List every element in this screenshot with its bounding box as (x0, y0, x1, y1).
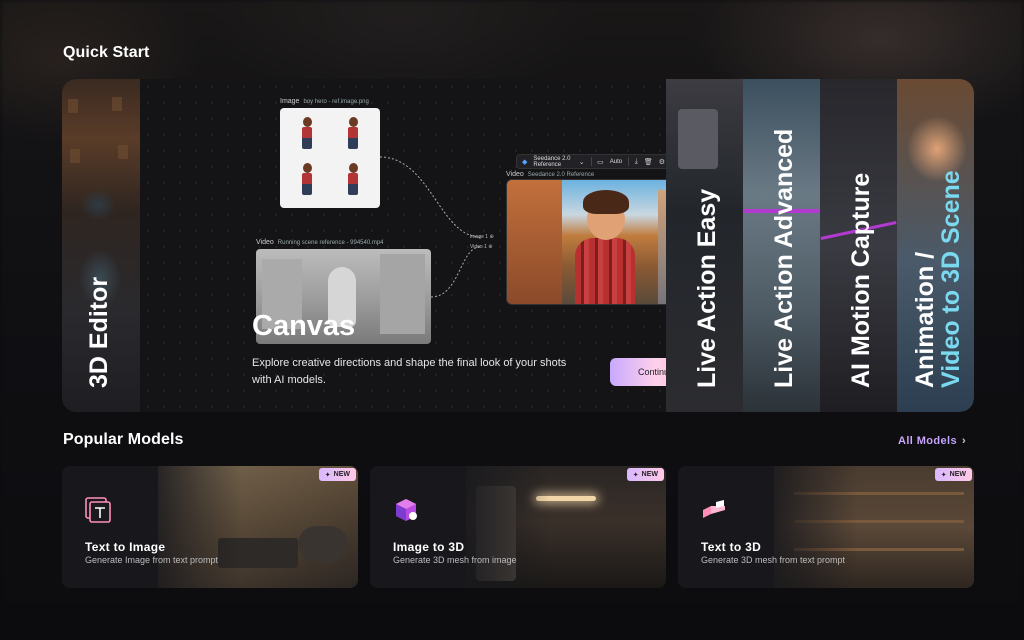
live-action-advanced-label: Live Action Advanced (769, 128, 798, 388)
model-subtitle: Generate 3D mesh from text prompt (701, 555, 846, 565)
model-title: Text to 3D (701, 540, 762, 554)
canvas-title: Canvas (252, 310, 356, 342)
all-models-label: All Models (898, 435, 958, 447)
model-subtitle: Generate 3D mesh from image (393, 555, 517, 565)
model-title: Text to Image (85, 540, 166, 554)
image-node-type: Image (280, 98, 300, 105)
animation-video-to-3d-tile[interactable]: Animation / Video to 3D Scene (897, 79, 974, 412)
new-badge: ✦ NEW (318, 468, 356, 481)
live-action-easy-tile[interactable]: Live Action Easy (666, 79, 743, 412)
character-back (286, 160, 328, 202)
sparkle-icon: ✦ (632, 471, 639, 479)
chevron-right-icon: › (962, 435, 967, 447)
sparkle-icon: ✦ (940, 471, 947, 479)
character-front (286, 114, 328, 156)
image-node[interactable] (280, 108, 380, 208)
aspect-icon: ▭ (597, 158, 604, 166)
character-profile (332, 160, 374, 202)
cube-icon (396, 499, 417, 521)
model-title: Image to 3D (393, 540, 465, 554)
new-badge: ✦ NEW (626, 468, 664, 481)
quick-start-title: Quick Start (63, 44, 150, 61)
reference-node-label: Video Seedance 2.0 Reference (506, 171, 594, 178)
model-card-image-to-3d[interactable]: ✦ NEW Image to 3D Generate 3D mesh from i… (370, 466, 666, 588)
live-action-easy-label: Live Action Easy (692, 188, 721, 388)
image-input-port[interactable]: Image 1 ⊕ (470, 234, 494, 240)
model-card-text-to-image[interactable]: ✦ NEW Text to Image Generate Image from t… (62, 466, 358, 588)
node-toolbar: ◆ Seedance 2.0 Reference ⌄ ▭ Auto ⤓ 🗑 ⚙ (516, 154, 671, 169)
model-subtitle: Generate Image from text prompt (85, 555, 219, 565)
video-node-type: Video (256, 239, 274, 246)
animation-label-line2: Video to 3D Scene (936, 170, 965, 388)
3d-editor-tile[interactable]: 3D Editor (62, 79, 140, 412)
chevron-down-icon[interactable]: ⌄ (579, 158, 585, 166)
settings-icon[interactable]: ⚙ (659, 158, 665, 166)
reference-node-type: Video (506, 171, 524, 178)
all-models-link[interactable]: All Models › (898, 435, 966, 447)
model-icon: ◆ (522, 158, 528, 166)
animation-label-line1: Animation / (910, 251, 939, 388)
ai-motion-capture-label: AI Motion Capture (846, 172, 875, 388)
popular-models-title: Popular Models (63, 431, 184, 448)
3d-editor-label: 3D Editor (85, 276, 113, 388)
quick-start-card: 3D Editor Image boy hero - ref image.png … (62, 79, 974, 412)
ai-motion-capture-tile[interactable]: AI Motion Capture (820, 79, 897, 412)
trash-icon[interactable]: 🗑 (644, 158, 653, 166)
download-icon[interactable]: ⤓ (635, 158, 638, 166)
toolbar-model-select[interactable]: Seedance 2.0 Reference (533, 156, 572, 168)
text-image-icon (85, 497, 111, 523)
character-side (332, 114, 374, 156)
blocks-icon (703, 500, 725, 518)
sparkle-icon: ✦ (324, 471, 331, 479)
new-badge: ✦ NEW (934, 468, 972, 481)
canvas-tile[interactable]: Image boy hero - ref image.png Video Runni… (140, 79, 709, 412)
model-card-text-to-3d[interactable]: ✦ NEW Text to 3D Generate 3D mesh from te… (678, 466, 974, 588)
animation-video-to-3d-label: Animation / Video to 3D Scene (910, 170, 965, 388)
image-node-label: Image boy hero - ref image.png (280, 98, 369, 105)
video-node-label: Video Running scene reference - 994540.mp… (256, 239, 384, 246)
image-node-name: boy hero - ref image.png (303, 99, 369, 105)
toolbar-aspect-select[interactable]: Auto (610, 159, 622, 165)
reference-node-name: Seedance 2.0 Reference (527, 172, 595, 178)
video-input-port[interactable]: Video 1 ⊕ (470, 244, 492, 250)
canvas-description: Explore creative directions and shape th… (252, 357, 567, 386)
live-action-advanced-tile[interactable]: Live Action Advanced (743, 79, 820, 412)
video-node-name: Running scene reference - 994540.mp4 (277, 240, 384, 246)
popular-models-list: ✦ NEW Text to Image Generate Image from t… (62, 466, 974, 588)
